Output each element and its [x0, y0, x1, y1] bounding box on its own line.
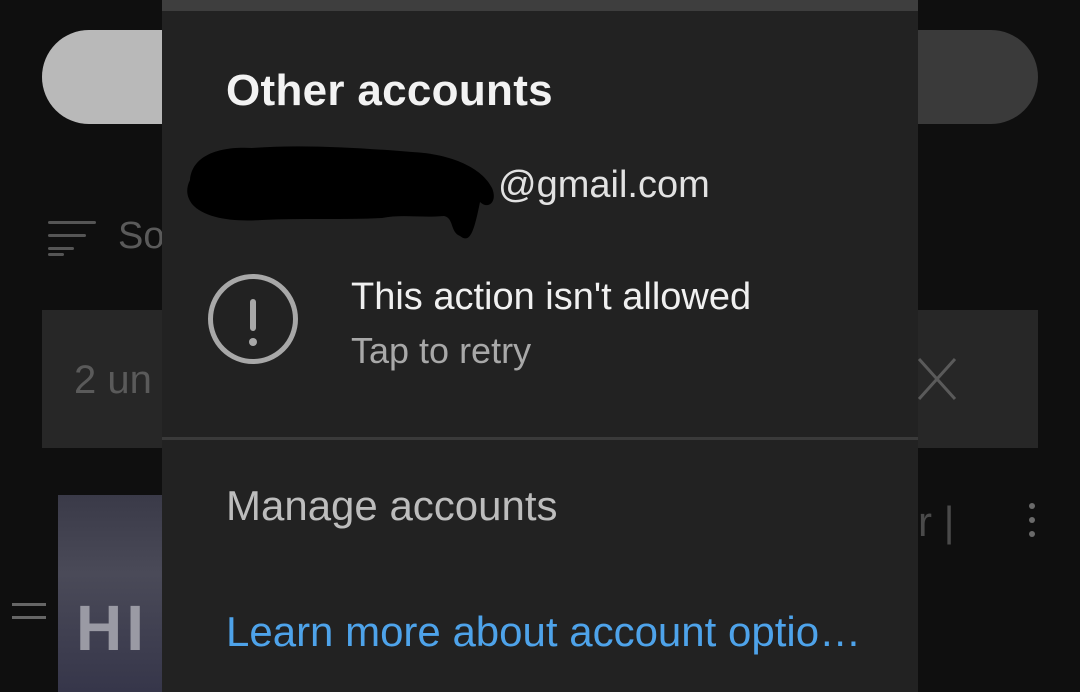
drag-handle-icon	[12, 603, 46, 621]
account-email: @gmail.com	[498, 164, 710, 206]
dialog-top-edge	[162, 0, 918, 11]
manage-accounts-button[interactable]: Manage accounts	[226, 482, 558, 530]
sort-label: So	[118, 215, 162, 257]
divider	[162, 437, 918, 440]
banner-text: 2 un	[74, 358, 152, 402]
close-icon	[917, 357, 957, 401]
section-title: Other accounts	[226, 66, 553, 115]
error-retry-row[interactable]: This action isn't allowed Tap to retry	[208, 272, 908, 382]
learn-more-link[interactable]: Learn more about account optio…	[226, 608, 906, 656]
redaction-scribble	[187, 146, 494, 239]
retry-label: Tap to retry	[351, 330, 532, 371]
sort-icon	[48, 217, 98, 257]
list-item-title: r |	[918, 498, 955, 545]
thumbnail-text: HI	[76, 592, 148, 664]
alert-circle-icon	[208, 274, 298, 364]
account-row[interactable]: @gmail.com	[182, 140, 882, 250]
account-switcher-dialog: Other accounts @gmail.com This action is…	[162, 0, 918, 692]
error-title: This action isn't allowed	[351, 276, 752, 318]
video-thumbnail: HI	[58, 495, 168, 692]
more-vert-icon	[1026, 503, 1038, 537]
